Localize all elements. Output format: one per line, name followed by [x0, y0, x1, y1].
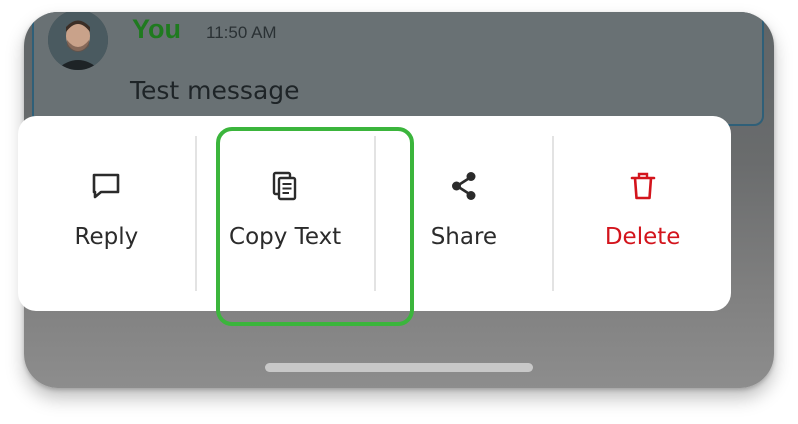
message-text: Test message: [130, 76, 300, 105]
reply-button[interactable]: Reply: [18, 116, 195, 311]
copy-text-label: Copy Text: [229, 224, 342, 250]
message-action-menu: Reply Copy Text Share Delete: [18, 116, 731, 311]
share-button[interactable]: Share: [376, 116, 553, 311]
trash-icon: [625, 168, 661, 204]
home-indicator: [265, 363, 533, 372]
chat-bubble-icon: [88, 168, 124, 204]
message-timestamp: 11:50 AM: [206, 23, 277, 42]
delete-label: Delete: [604, 224, 681, 250]
avatar: [48, 12, 108, 70]
sender-name: You: [132, 14, 181, 44]
reply-label: Reply: [74, 224, 139, 250]
delete-button[interactable]: Delete: [554, 116, 731, 311]
avatar-photo: [48, 12, 108, 70]
share-label: Share: [430, 224, 498, 250]
message-card[interactable]: You 11:50 AM Test message: [32, 12, 764, 126]
copy-icon: [267, 168, 303, 204]
copy-text-button[interactable]: Copy Text: [197, 116, 374, 311]
share-icon: [446, 168, 482, 204]
